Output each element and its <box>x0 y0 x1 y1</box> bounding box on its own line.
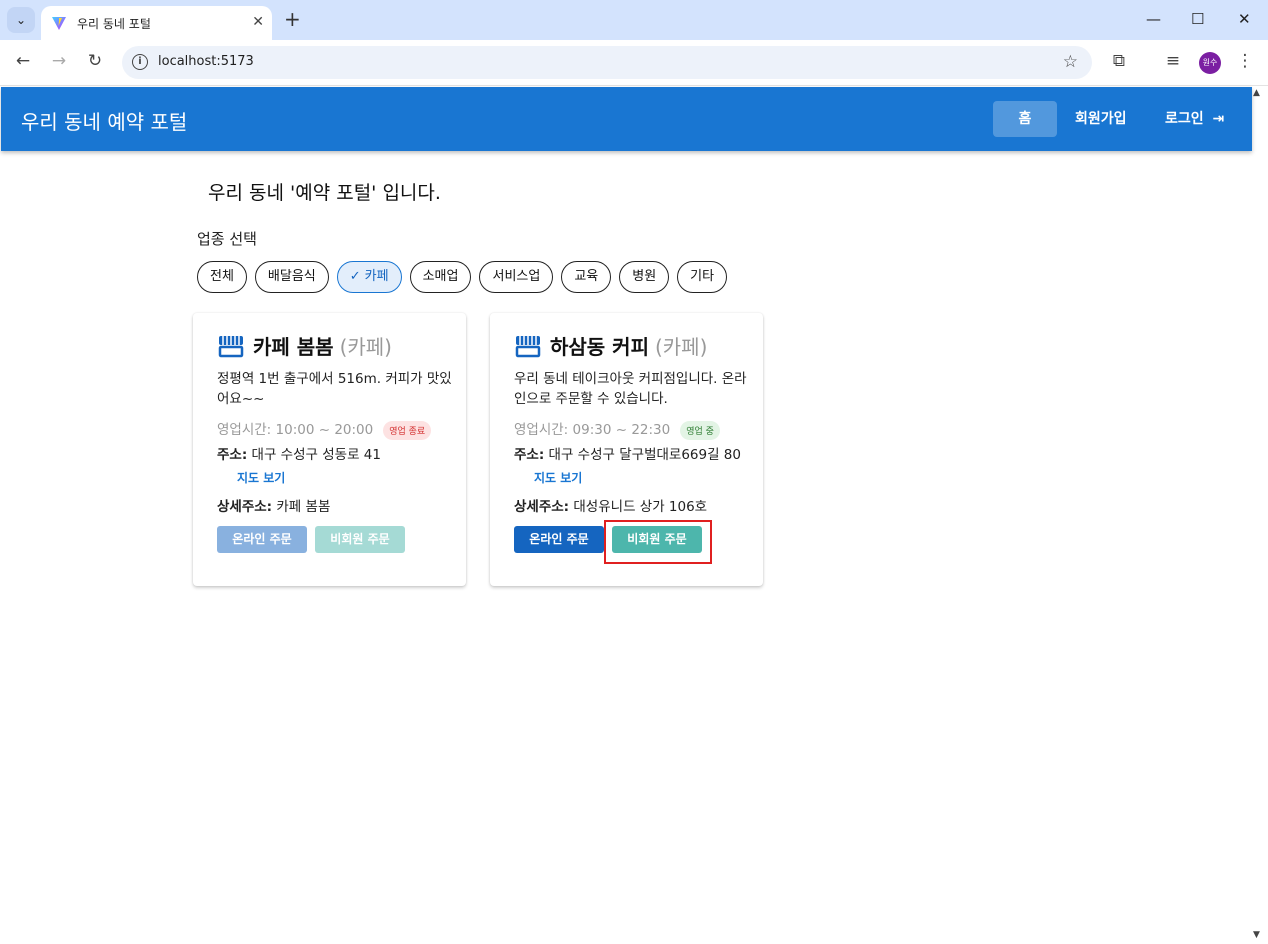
chip-cafe-label: 카페 <box>364 269 389 284</box>
url-text[interactable]: localhost:5173 <box>158 54 254 69</box>
scroll-down-icon[interactable]: ▼ <box>1253 930 1260 940</box>
chip-cafe[interactable]: ✓ 카페 <box>336 261 402 293</box>
chip-all[interactable]: 전체 <box>197 261 247 293</box>
online-order-button[interactable]: 온라인 주문 <box>217 526 307 553</box>
address-label: 주소: <box>217 447 248 463</box>
store-hours: 영업시간: 10:00 ~ 20:00 영업 종료 <box>217 418 432 440</box>
new-tab-icon[interactable]: + <box>284 8 301 30</box>
hours-text: 영업시간: 09:30 ~ 22:30 <box>514 422 671 438</box>
detail-address-label: 상세주소: <box>514 499 570 515</box>
more-menu-icon[interactable]: ⋮ <box>1234 51 1256 71</box>
media-queue-icon[interactable]: ≡ <box>1162 51 1184 71</box>
check-icon: ✓ <box>349 269 361 284</box>
address-text: 대구 수성구 달구벌대로669길 80 <box>548 447 741 463</box>
storefront-icon <box>218 335 244 357</box>
chip-delivery[interactable]: 배달음식 <box>254 261 329 293</box>
store-description: 우리 동네 테이크아웃 커피점입니다. 온라인으로 주문할 수 있습니다. <box>514 371 747 407</box>
map-link[interactable]: 지도 보기 <box>237 471 285 485</box>
chip-other[interactable]: 기타 <box>677 261 728 293</box>
status-badge: 영업 중 <box>680 420 720 440</box>
extensions-icon[interactable]: ⧉ <box>1108 51 1130 71</box>
browser-toolbar: ← → ↻ i localhost:5173 ☆ ⧉ ≡ 원수 ⋮ <box>0 40 1268 86</box>
store-title: 하삼동 커피 (카페) <box>514 331 707 360</box>
close-tab-icon[interactable]: ✕ <box>252 14 264 30</box>
site-info-icon[interactable]: i <box>132 54 148 70</box>
store-title: 카페 봄봄 (카페) <box>217 331 392 360</box>
close-window-icon[interactable]: ✕ <box>1238 10 1251 28</box>
chip-education[interactable]: 교육 <box>561 261 612 293</box>
category-label: 업종 선택 <box>197 230 257 248</box>
chip-retail[interactable]: 소매업 <box>409 261 472 293</box>
chip-service[interactable]: 서비스업 <box>479 261 554 293</box>
storefront-icon <box>515 335 541 357</box>
login-arrow-icon: ⇥ <box>1212 111 1225 127</box>
store-name: 하삼동 커피 <box>550 335 649 359</box>
reload-icon[interactable]: ↻ <box>84 51 106 71</box>
nav-login-button[interactable]: 로그인 ⇥ <box>1159 101 1230 137</box>
chip-hospital[interactable]: 병원 <box>619 261 670 293</box>
store-description: 정평역 1번 출구에서 516m. 커피가 맛있어요~~ <box>217 371 452 407</box>
store-detail-address: 상세주소: 카페 봄봄 <box>217 496 457 519</box>
nav-home-button[interactable]: 홈 <box>993 101 1057 137</box>
highlight-box <box>604 520 712 564</box>
hours-text: 영업시간: 10:00 ~ 20:00 <box>217 422 374 438</box>
map-link[interactable]: 지도 보기 <box>534 471 582 485</box>
category-chip-group: 전체 배달음식 ✓ 카페 소매업 서비스업 교육 병원 기타 <box>197 261 728 293</box>
store-detail-address: 상세주소: 대성유니드 상가 106호 <box>514 496 754 519</box>
maximize-icon[interactable]: ☐ <box>1191 10 1204 28</box>
app-title: 우리 동네 예약 포털 <box>21 110 188 134</box>
online-order-button[interactable]: 온라인 주문 <box>514 526 604 553</box>
page-heading: 우리 동네 '예약 포털' 입니다. <box>208 182 441 204</box>
address-label: 주소: <box>514 447 545 463</box>
nav-signup-button[interactable]: 회원가입 <box>1069 101 1133 137</box>
nav-login-label: 로그인 <box>1165 111 1204 127</box>
store-hours: 영업시간: 09:30 ~ 22:30 영업 중 <box>514 418 720 440</box>
minimize-icon[interactable]: — <box>1146 10 1161 28</box>
browser-tab[interactable]: 우리 동네 포털 ✕ <box>41 6 272 40</box>
status-badge: 영업 종료 <box>383 420 432 440</box>
store-category: (카페) <box>339 335 392 359</box>
detail-address-label: 상세주소: <box>217 499 273 515</box>
guest-order-button[interactable]: 비회원 주문 <box>315 526 405 553</box>
detail-address-text: 카페 봄봄 <box>276 499 331 515</box>
tab-search-button[interactable]: ⌄ <box>7 7 35 33</box>
detail-address-text: 대성유니드 상가 106호 <box>573 499 708 515</box>
store-address: 주소: 대구 수성구 달구벌대로669길 80 지도 보기 <box>514 444 754 490</box>
vite-favicon-icon <box>52 17 66 30</box>
scroll-up-icon[interactable]: ▲ <box>1253 88 1260 98</box>
address-bar[interactable]: i localhost:5173 ☆ <box>122 46 1092 79</box>
forward-icon[interactable]: → <box>48 51 70 71</box>
store-name: 카페 봄봄 <box>253 335 334 359</box>
back-icon[interactable]: ← <box>12 51 34 71</box>
app-header: 우리 동네 예약 포털 홈 회원가입 로그인 ⇥ <box>1 87 1252 151</box>
store-category: (카페) <box>654 335 708 359</box>
browser-tab-bar: ⌄ 우리 동네 포털 ✕ + — ☐ ✕ <box>0 0 1268 40</box>
tab-title: 우리 동네 포털 <box>77 16 151 31</box>
profile-avatar[interactable]: 원수 <box>1199 52 1221 74</box>
store-address: 주소: 대구 수성구 성동로 41 지도 보기 <box>217 444 457 490</box>
bookmark-star-icon[interactable]: ☆ <box>1063 52 1078 72</box>
store-card: 카페 봄봄 (카페) 정평역 1번 출구에서 516m. 커피가 맛있어요~~ … <box>193 313 466 586</box>
address-text: 대구 수성구 성동로 41 <box>251 447 381 463</box>
